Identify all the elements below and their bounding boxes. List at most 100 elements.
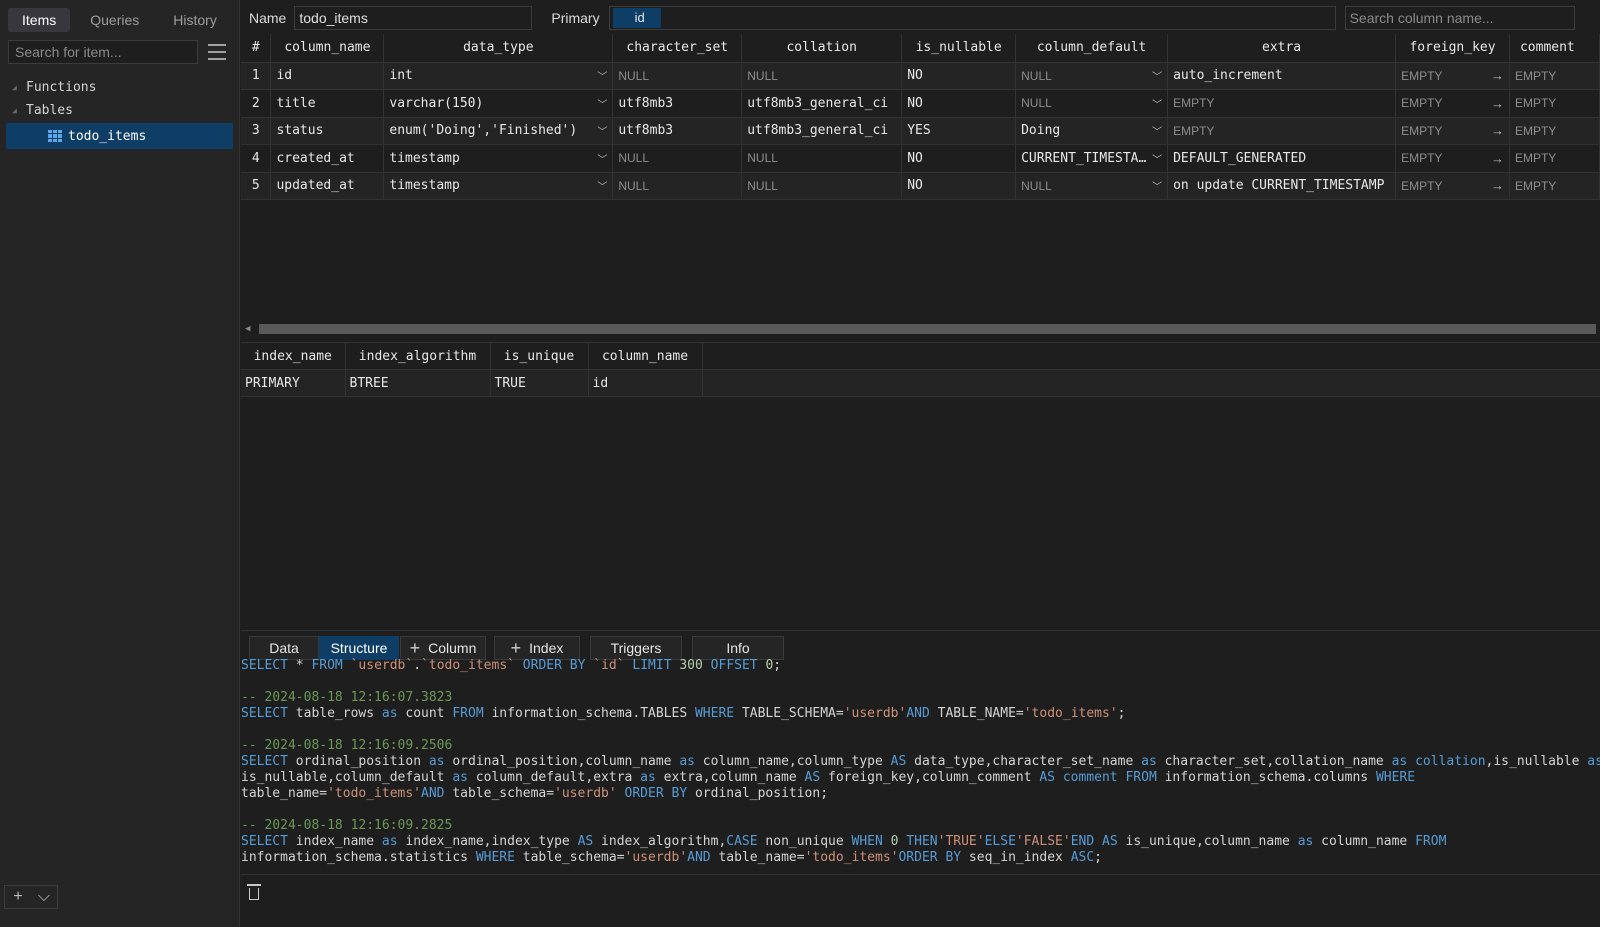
cell-data-type[interactable]: varchar(150) ﹀ <box>383 89 614 118</box>
cell-foreign-key[interactable]: EMPTY → <box>1395 89 1510 118</box>
cell-comment[interactable]: EMPTY <box>1509 62 1600 90</box>
column-search-input[interactable] <box>1344 6 1575 30</box>
tree-node-tables[interactable]: ◢ Tables <box>0 99 239 122</box>
col-header-foreign-key[interactable]: foreign_key <box>1395 34 1510 63</box>
cell-column-name[interactable]: created_at <box>270 144 385 173</box>
col-header-column-name[interactable]: column_name <box>270 34 385 63</box>
cell-comment[interactable]: EMPTY <box>1509 144 1600 173</box>
cell-character-set[interactable]: utf8mb3 <box>612 117 743 145</box>
cell-data-type[interactable]: int ﹀ <box>383 62 614 90</box>
idx-header-column-name[interactable]: column_name <box>588 342 703 370</box>
col-header-comment[interactable]: comment <box>1509 34 1600 63</box>
cell-column-default[interactable]: NULL ﹀ <box>1015 62 1169 90</box>
cell-is-nullable[interactable]: NO <box>901 89 1017 118</box>
scrollbar-thumb[interactable] <box>259 324 1596 334</box>
tab-structure[interactable]: Structure <box>319 635 399 660</box>
query-log[interactable]: SELECT * FROM `userdb`.`todo_items` ORDE… <box>241 658 1600 868</box>
cell-column-name[interactable]: updated_at <box>270 172 385 200</box>
horizontal-scrollbar[interactable]: ◀ <box>245 322 1600 336</box>
cell-column-default[interactable]: Doing ﹀ <box>1015 117 1169 145</box>
col-header-extra[interactable]: extra <box>1167 34 1397 63</box>
cell-comment[interactable]: EMPTY <box>1509 89 1600 118</box>
cell-index-algorithm[interactable]: BTREE <box>345 369 491 397</box>
arrow-right-icon[interactable]: → <box>1491 151 1504 166</box>
cell-foreign-key[interactable]: EMPTY → <box>1395 62 1510 90</box>
cell-foreign-key[interactable]: EMPTY → <box>1395 117 1510 145</box>
cell-column-name[interactable]: id <box>588 369 703 397</box>
cell-data-type[interactable]: enum('Doing','Finished') ﹀ <box>383 117 614 145</box>
cell-character-set[interactable]: utf8mb3 <box>612 89 743 118</box>
cell-collation[interactable]: NULL <box>741 62 903 90</box>
arrow-right-icon[interactable]: → <box>1491 123 1504 138</box>
cell-comment[interactable]: EMPTY <box>1509 117 1600 145</box>
cell-extra[interactable]: DEFAULT_GENERATED <box>1167 144 1397 173</box>
table-name-input[interactable] <box>294 6 533 30</box>
table-row[interactable]: 3 status enum('Doing','Finished') ﹀ utf8m… <box>241 117 1600 145</box>
cell-character-set[interactable]: NULL <box>612 144 743 173</box>
add-item-button[interactable]: + <box>5 886 31 908</box>
cell-is-nullable[interactable]: NO <box>901 172 1017 200</box>
chevron-down-icon[interactable]: ⌵ <box>31 886 57 908</box>
col-header-character-set[interactable]: character_set <box>612 34 743 63</box>
col-header-column-default[interactable]: column_default <box>1015 34 1169 63</box>
arrow-right-icon[interactable]: → <box>1491 68 1504 83</box>
cell-data-type[interactable]: timestamp ﹀ <box>383 172 614 200</box>
tab-triggers[interactable]: Triggers <box>590 635 682 660</box>
cell-column-name[interactable]: id <box>270 62 385 90</box>
cell-is-unique[interactable]: TRUE <box>490 369 589 397</box>
cell-collation[interactable]: NULL <box>741 144 903 173</box>
table-row[interactable]: 1 id int ﹀ NULL NULL NO NULL ﹀ auto_increm… <box>241 62 1600 90</box>
scroll-left-icon[interactable]: ◀ <box>245 324 259 334</box>
table-row[interactable]: 2 title varchar(150) ﹀ utf8mb3 utf8mb3_ge… <box>241 89 1600 118</box>
cell-is-nullable[interactable]: NO <box>901 144 1017 173</box>
cell-foreign-key[interactable]: EMPTY → <box>1395 172 1510 200</box>
tab-items[interactable]: Items <box>8 8 71 32</box>
cell-is-nullable[interactable]: YES <box>901 117 1017 145</box>
chevron-down-icon[interactable]: ﹀ <box>1152 96 1162 111</box>
chevron-down-icon[interactable]: ﹀ <box>1152 68 1162 83</box>
tree-node-functions[interactable]: ◢ Functions <box>0 76 239 99</box>
cell-foreign-key[interactable]: EMPTY → <box>1395 144 1510 173</box>
cell-comment[interactable]: EMPTY <box>1509 172 1600 200</box>
col-header-data-type[interactable]: data_type <box>383 34 614 63</box>
cell-collation[interactable]: utf8mb3_general_ci <box>741 89 903 118</box>
tab-history[interactable]: History <box>159 8 231 32</box>
col-header-collation[interactable]: collation <box>741 34 903 63</box>
cell-column-name[interactable]: title <box>270 89 385 118</box>
item-search-input[interactable] <box>8 40 198 64</box>
chevron-down-icon[interactable]: ﹀ <box>1152 151 1162 166</box>
filter-lines-icon[interactable] <box>208 44 226 60</box>
col-header-num[interactable]: # <box>241 34 272 63</box>
chevron-down-icon[interactable]: ﹀ <box>1152 178 1162 193</box>
chevron-down-icon[interactable]: ﹀ <box>597 68 607 83</box>
chevron-down-icon[interactable]: ﹀ <box>597 151 607 166</box>
table-row[interactable]: 5 updated_at timestamp ﹀ NULL NULL NO NUL… <box>241 172 1600 200</box>
cell-extra[interactable]: auto_increment <box>1167 62 1397 90</box>
cell-extra[interactable]: EMPTY <box>1167 89 1397 118</box>
cell-column-name[interactable]: status <box>270 117 385 145</box>
arrow-right-icon[interactable]: → <box>1491 96 1504 111</box>
tree-item-todo-items[interactable]: todo_items <box>6 123 233 149</box>
chevron-down-icon[interactable]: ﹀ <box>1152 123 1162 138</box>
primary-key-field[interactable]: id <box>608 6 1336 30</box>
chevron-down-icon[interactable]: ﹀ <box>597 178 607 193</box>
cell-data-type[interactable]: timestamp ﹀ <box>383 144 614 173</box>
cell-character-set[interactable]: NULL <box>612 62 743 90</box>
cell-extra[interactable]: EMPTY <box>1167 117 1397 145</box>
chevron-down-icon[interactable]: ﹀ <box>597 96 607 111</box>
primary-key-chip[interactable]: id <box>612 8 661 28</box>
table-row[interactable]: PRIMARY BTREE TRUE id <box>241 369 1600 397</box>
cell-is-nullable[interactable]: NO <box>901 62 1017 90</box>
add-index-button[interactable]: + Index <box>494 635 580 660</box>
col-header-is-nullable[interactable]: is_nullable <box>901 34 1017 63</box>
idx-header-index-name[interactable]: index_name <box>241 342 346 370</box>
cell-extra[interactable]: on update CURRENT_TIMESTAMP <box>1167 172 1397 200</box>
cell-character-set[interactable]: NULL <box>612 172 743 200</box>
cell-collation[interactable]: NULL <box>741 172 903 200</box>
idx-header-is-unique[interactable]: is_unique <box>490 342 589 370</box>
tab-info[interactable]: Info <box>692 635 784 660</box>
idx-header-index-algorithm[interactable]: index_algorithm <box>345 342 491 370</box>
trash-icon[interactable] <box>247 883 261 900</box>
chevron-down-icon[interactable]: ﹀ <box>597 123 607 138</box>
cell-column-default[interactable]: NULL ﹀ <box>1015 89 1169 118</box>
